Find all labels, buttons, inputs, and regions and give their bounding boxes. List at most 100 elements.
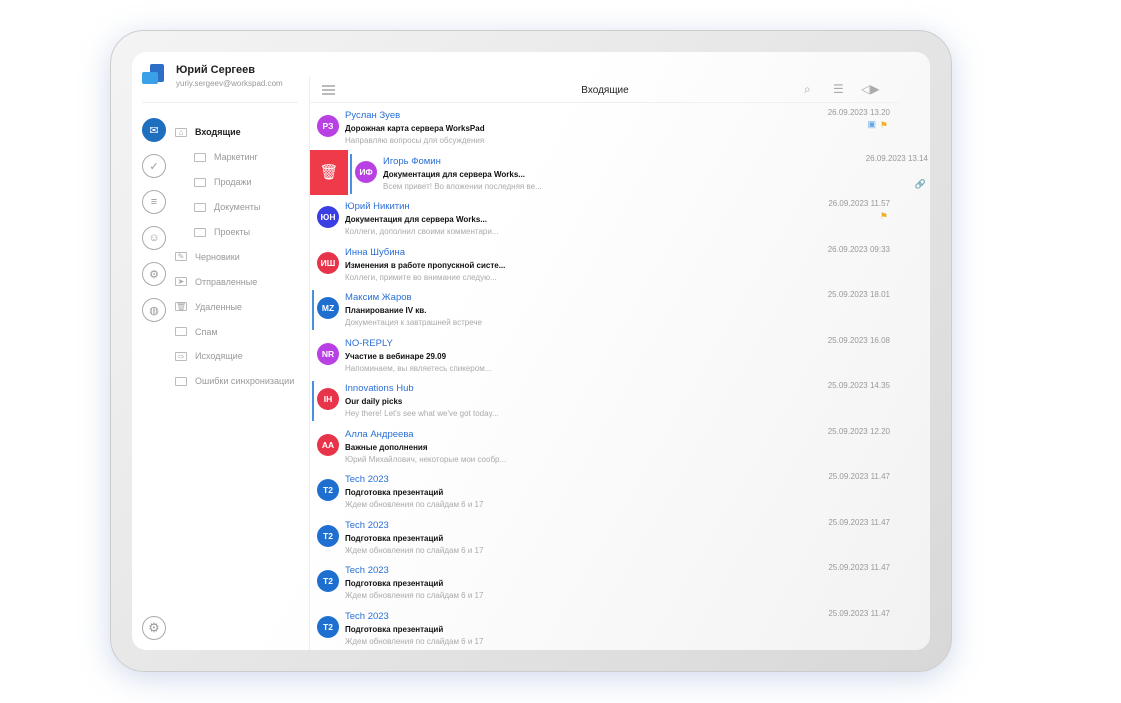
folder-item[interactable]: ⌂ Входящие <box>175 120 294 145</box>
folder-label: Ошибки синхронизации <box>195 376 295 387</box>
message-content[interactable]: ИШ Инна Шубина Изменения в работе пропус… <box>310 241 900 287</box>
subject: Our daily picks <box>345 397 403 406</box>
preview: Ждем обновления по слайдам 6 и 17 <box>345 591 484 600</box>
preview: Коллеги, дополнил своими комментари... <box>345 227 499 236</box>
filter-icon[interactable]: ☰ <box>833 82 844 96</box>
avatar: NR <box>317 342 339 365</box>
message-row[interactable]: MZ Максим Жаров Планирование IV кв. Доку… <box>310 286 900 332</box>
message-row[interactable]: T2 Tech 2023 Подготовка презентаций Ждем… <box>310 514 900 560</box>
message-content[interactable]: ЮН Юрий Никитин Документация для сервера… <box>310 195 900 241</box>
folder-label: Отправленные <box>195 276 258 287</box>
unread-indicator <box>350 153 352 194</box>
message-row[interactable]: IH Innovations Hub Our daily picks Hey t… <box>310 377 900 423</box>
sender: Tech 2023 <box>345 519 389 531</box>
list-toolbar: Входящие ⌕ ☰ ◁▶ <box>310 77 900 103</box>
date: 26.09.2023 11.57 <box>828 199 890 208</box>
message-content[interactable]: T2 Tech 2023 Подготовка презентаций Ждем… <box>310 514 900 560</box>
folder-label: Спам <box>195 326 218 337</box>
folder-item[interactable]: Продажи <box>175 170 294 195</box>
delete-button[interactable]: 🗑 <box>310 149 348 195</box>
calendar-icon[interactable]: ✓ <box>142 154 166 178</box>
message-row[interactable]: ИШ Инна Шубина Изменения в работе пропус… <box>310 241 900 287</box>
folder-icon <box>194 227 206 237</box>
folder-item[interactable]: 🗑 Удаленные <box>175 294 294 319</box>
avatar: ЮН <box>317 206 339 228</box>
folder-item[interactable]: Спам <box>175 319 294 344</box>
message-row[interactable]: T2 Tech 2023 Подготовка презентаций Ждем… <box>310 468 900 514</box>
message-row[interactable]: 🗑 ИФ Игорь Фомин Документация для сервера… <box>310 149 928 195</box>
search-icon[interactable]: ⌕ <box>804 82 811 97</box>
avatar: РЗ <box>317 115 339 137</box>
account-name: Юрий Сергеев <box>176 64 256 76</box>
subject: Подготовка презентаций <box>345 533 444 543</box>
preview: Направляю вопросы для обсуждения <box>345 136 485 145</box>
subject: Важные дополнения <box>345 442 428 452</box>
message-row[interactable]: T2 Tech 2023 Подготовка презентаций Ждем… <box>310 605 900 651</box>
mail-icon[interactable]: ✉ <box>142 118 166 142</box>
message-list: РЗ Руслан Зуев Дорожная карта сервера Wo… <box>310 104 928 651</box>
date: 25.09.2023 11.47 <box>828 517 890 527</box>
notes-icon[interactable]: ≡ <box>142 190 166 214</box>
settings-icon[interactable]: ⚙ <box>142 616 166 640</box>
send-icon: ➤ <box>175 277 187 287</box>
message-content[interactable]: ИФ Игорь Фомин Документация для сервера … <box>348 150 930 196</box>
folder-item[interactable]: ⇨ Исходящие <box>175 344 294 369</box>
date: 25.09.2023 11.47 <box>828 608 890 618</box>
message-content[interactable]: NR NO-REPLY Участие в вебинаре 29.09 Нап… <box>310 332 900 378</box>
message-content[interactable]: AA Алла Андреева Важные дополнения Юрий … <box>310 423 900 469</box>
flag-icon[interactable]: ⚑ <box>880 211 888 222</box>
folder-item[interactable]: Документы <box>175 195 294 220</box>
subject: Подготовка презентаций <box>345 488 444 497</box>
globe-icon[interactable]: ◍ <box>142 298 166 322</box>
message-content[interactable]: T2 Tech 2023 Подготовка презентаций Ждем… <box>310 468 900 514</box>
message-content[interactable]: IH Innovations Hub Our daily picks Hey t… <box>310 377 900 423</box>
avatar: T2 <box>317 570 339 592</box>
folder-item[interactable]: Проекты <box>175 220 294 245</box>
folder-list: ⌂ Входящие Маркетинг Продажи Документы Проект… <box>175 120 294 394</box>
account-header[interactable]: Юрий Сергеев yuriy.sergeev@workspad.com <box>142 64 283 88</box>
folder-item[interactable]: Маркетинг <box>175 145 294 170</box>
preview: Hey there! Let's see what we've got toda… <box>345 409 499 418</box>
folder-item[interactable]: Ошибки синхронизации <box>175 369 294 394</box>
preview: Напоминаем, вы являетесь спикером... <box>345 363 492 373</box>
folder-icon <box>194 202 206 212</box>
preview: Ждем обновления по слайдам 6 и 17 <box>345 545 484 555</box>
message-row[interactable]: ЮН Юрий Никитин Документация для сервера… <box>310 195 900 241</box>
preview: Ждем обновления по слайдам 6 и 17 <box>345 636 484 646</box>
folder-item[interactable]: ➤ Отправленные <box>175 269 294 294</box>
message-content[interactable]: T2 Tech 2023 Подготовка презентаций Ждем… <box>310 605 900 651</box>
subject: Документация для сервера Works... <box>345 215 487 224</box>
folder-label: Входящие <box>195 127 241 138</box>
avatar: AA <box>317 433 339 456</box>
flag-icon[interactable]: ⚑ <box>880 120 888 131</box>
message-row[interactable]: РЗ Руслан Зуев Дорожная карта сервера Wo… <box>310 104 900 150</box>
preview: Документация к завтрашней встрече <box>345 318 482 327</box>
sender: Tech 2023 <box>345 474 389 485</box>
contacts-icon[interactable]: ☺ <box>142 226 166 250</box>
subject: Планирование IV кв. <box>345 306 427 315</box>
avatar: IH <box>317 388 339 410</box>
trash-icon: 🗑 <box>175 302 187 312</box>
mail-app: Юрий Сергеев yuriy.sergeev@workspad.com … <box>132 52 930 650</box>
sender: Максим Жаров <box>345 292 412 303</box>
message-row[interactable]: NR NO-REPLY Участие в вебинаре 29.09 Нап… <box>310 332 900 378</box>
date: 26.09.2023 13.20 <box>827 108 890 117</box>
outbox-icon: ⇨ <box>175 351 187 361</box>
avatar: T2 <box>317 479 339 501</box>
split-view-icon[interactable]: ◁▶ <box>861 82 879 96</box>
message-row[interactable]: AA Алла Андреева Важные дополнения Юрий … <box>310 423 900 469</box>
message-content[interactable]: MZ Максим Жаров Планирование IV кв. Доку… <box>310 286 900 332</box>
sender: Юрий Никитин <box>345 201 410 212</box>
sender: Tech 2023 <box>345 610 389 622</box>
date: 26.09.2023 13.14 <box>865 153 928 163</box>
message-content[interactable]: T2 Tech 2023 Подготовка презентаций Ждем… <box>310 559 900 605</box>
folder-label: Удаленные <box>195 301 242 312</box>
folder-icon <box>194 177 206 187</box>
message-content[interactable]: РЗ Руслан Зуев Дорожная карта сервера Wo… <box>310 104 900 150</box>
folder-item[interactable]: ✎ Черновики <box>175 244 294 269</box>
folder-icon <box>194 152 206 162</box>
ai-head-icon[interactable]: ⚙ <box>142 262 166 286</box>
date: 26.09.2023 09:33 <box>827 244 890 254</box>
preview: Всем привет! Во вложении последняя ве... <box>383 181 542 191</box>
message-row[interactable]: T2 Tech 2023 Подготовка презентаций Ждем… <box>310 559 900 605</box>
